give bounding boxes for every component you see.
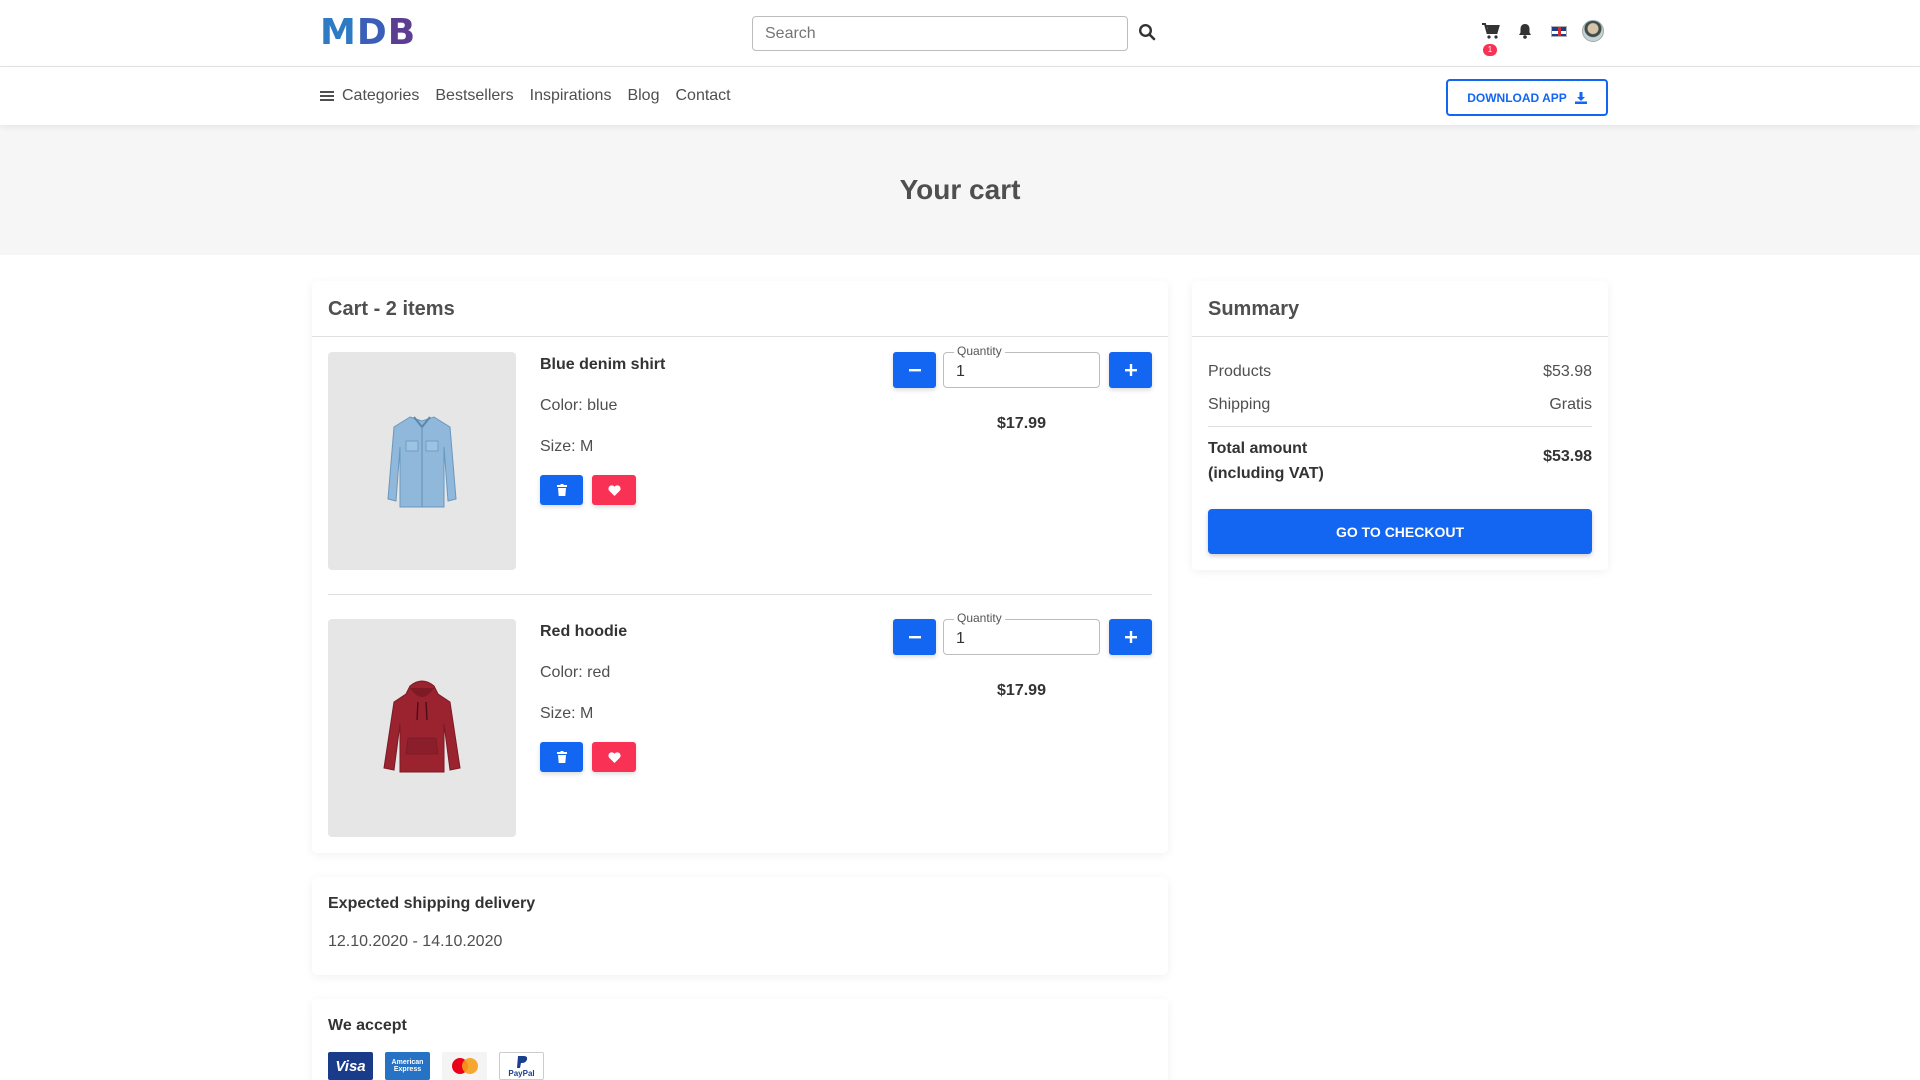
payment-card: We accept Visa American Express PayPal [312, 999, 1168, 1080]
item-size: Size: M [540, 438, 594, 455]
hoodie-icon[interactable] [328, 619, 516, 837]
heart-icon [607, 484, 621, 496]
paypal-label: PayPal [508, 1068, 535, 1078]
amex-logo: American Express [385, 1052, 430, 1080]
total-value: $53.98 [1543, 448, 1592, 465]
summary-divider [1208, 426, 1592, 427]
download-app-button[interactable]: Download app [1446, 79, 1608, 116]
shipping-dates: 12.10.2020 - 14.10.2020 [328, 933, 503, 950]
menu-icon [320, 89, 334, 103]
products-value: $53.98 [1543, 363, 1592, 380]
bell-icon[interactable] [1514, 20, 1536, 42]
shipping-label: Shipping [1208, 396, 1271, 413]
decrease-quantity-button[interactable] [893, 352, 936, 388]
payment-title: We accept [328, 1017, 407, 1034]
avatar[interactable] [1582, 20, 1604, 42]
page-hero: Your cart [0, 125, 1920, 255]
item-divider [328, 594, 1152, 595]
shipping-value: Gratis [1549, 396, 1592, 413]
add-to-wishlist-button[interactable] [592, 475, 636, 505]
quantity-label: Quantity [954, 344, 1005, 358]
increase-quantity-button[interactable] [1109, 619, 1152, 655]
nav-bar: Categories Bestsellers Inspirations Blog… [0, 67, 1920, 125]
plus-icon [1124, 631, 1137, 643]
brand-logo[interactable]: MDB [320, 15, 416, 51]
remove-item-button[interactable] [540, 742, 583, 772]
minus-icon [908, 369, 921, 372]
quantity-input[interactable] [944, 353, 1099, 387]
increase-quantity-button[interactable] [1109, 352, 1152, 388]
trash-icon [556, 484, 567, 496]
cart-icon[interactable]: 1 [1480, 20, 1502, 56]
cart-card: Cart - 2 items Blue denim shirt Color: b… [312, 281, 1168, 853]
quantity-field: Quantity [943, 344, 1100, 388]
nav-categories[interactable]: Categories [320, 87, 419, 105]
trash-icon [556, 751, 567, 763]
summary-header: Summary [1192, 281, 1608, 337]
search-input[interactable] [752, 16, 1128, 51]
top-header: MDB 1 [0, 0, 1920, 67]
payment-logos: Visa American Express PayPal [328, 1052, 1152, 1080]
item-price: $17.99 [997, 682, 1046, 699]
cart-item: Red hoodie Color: red Size: M Quantity $… [328, 611, 1152, 838]
total-row: Total amount (including VAT) $53.98 [1208, 436, 1592, 486]
search-icon[interactable] [1138, 23, 1160, 45]
shirt-icon[interactable] [328, 352, 516, 570]
nav-categories-label: Categories [342, 87, 420, 104]
products-row: Products $53.98 [1208, 363, 1592, 381]
item-name[interactable]: Red hoodie [540, 623, 627, 641]
top-icons: 1 [1480, 20, 1616, 56]
remove-item-button[interactable] [540, 475, 583, 505]
quantity-field: Quantity [943, 611, 1100, 655]
visa-logo: Visa [328, 1052, 373, 1080]
download-app-label: Download app [1467, 90, 1567, 105]
quantity-input[interactable] [944, 620, 1099, 654]
shipping-row: Shipping Gratis [1208, 396, 1592, 414]
quantity-label: Quantity [954, 611, 1005, 625]
decrease-quantity-button[interactable] [893, 619, 936, 655]
cart-header: Cart - 2 items [312, 281, 1168, 337]
flag-uk-icon[interactable] [1548, 20, 1570, 42]
item-color: Color: red [540, 664, 611, 681]
page-title: Your cart [899, 174, 1021, 205]
cart-item: Blue denim shirt Color: blue Size: M Qua… [328, 344, 1152, 571]
plus-icon [1124, 364, 1137, 376]
products-label: Products [1208, 363, 1272, 380]
cart-count-badge: 1 [1483, 44, 1497, 56]
checkout-button[interactable]: Go to checkout [1208, 509, 1592, 554]
search-bar [752, 16, 1156, 51]
minus-icon [908, 636, 921, 639]
nav-contact[interactable]: Contact [675, 87, 730, 105]
shipping-title: Expected shipping delivery [328, 895, 536, 912]
nav-inspirations[interactable]: Inspirations [530, 87, 612, 105]
item-name[interactable]: Blue denim shirt [540, 356, 665, 374]
nav-links: Categories Bestsellers Inspirations Blog… [320, 87, 747, 105]
download-icon [1574, 91, 1587, 104]
nav-blog[interactable]: Blog [627, 87, 659, 105]
add-to-wishlist-button[interactable] [592, 742, 636, 772]
summary-card: Summary Products $53.98 Shipping Gratis … [1192, 281, 1608, 570]
mastercard-logo [442, 1052, 487, 1080]
total-label: Total amount (including VAT) [1208, 440, 1324, 482]
nav-bestsellers[interactable]: Bestsellers [435, 87, 513, 105]
item-color: Color: blue [540, 397, 618, 414]
shipping-card: Expected shipping delivery 12.10.2020 - … [312, 877, 1168, 975]
paypal-logo: PayPal [499, 1052, 544, 1080]
item-price: $17.99 [997, 415, 1046, 432]
item-size: Size: M [540, 705, 594, 722]
heart-icon [607, 751, 621, 763]
